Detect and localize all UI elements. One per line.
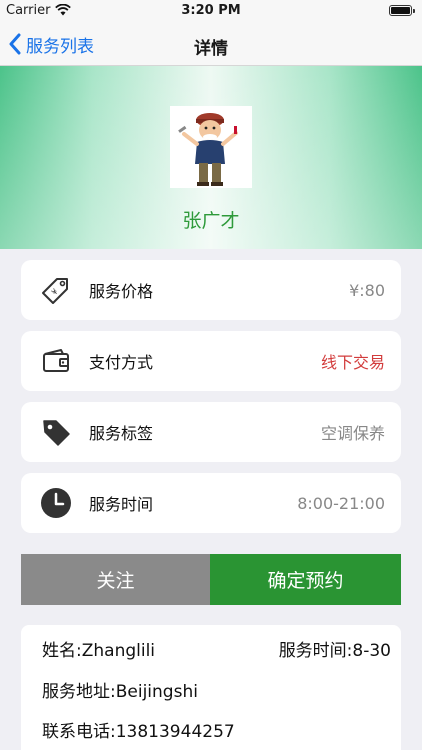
provider-name: 张广才 bbox=[182, 210, 240, 232]
service-tag-card[interactable]: 服务标签 空调保养 bbox=[21, 402, 401, 462]
service-time-label: 服务时间 bbox=[89, 495, 154, 514]
page-title: 详情 bbox=[194, 39, 228, 59]
status-bar: Carrier 3:20 PM bbox=[0, 0, 422, 22]
payment-method-card[interactable]: 支付方式 线下交易 bbox=[21, 331, 401, 391]
repairman-avatar-icon bbox=[178, 113, 238, 186]
service-tag-value: 空调保养 bbox=[320, 424, 385, 443]
provider-avatar bbox=[170, 106, 252, 188]
contact-address: 服务地址:Beijingshi bbox=[42, 682, 198, 702]
price-tag-icon: ¥ bbox=[39, 273, 73, 307]
service-price-label: 服务价格 bbox=[89, 282, 154, 301]
service-price-card[interactable]: ¥ 服务价格 ¥:80 bbox=[21, 260, 401, 320]
contact-phone: 联系电话:13813944257 bbox=[42, 722, 235, 742]
contact-service-time: 服务时间:8-30 bbox=[278, 641, 391, 661]
contact-name: 姓名:Zhanglili bbox=[42, 641, 156, 661]
wallet-icon bbox=[39, 344, 73, 378]
battery-icon bbox=[389, 5, 415, 16]
clock-time: 3:20 PM bbox=[181, 3, 241, 18]
confirm-booking-button[interactable]: 确定预约 bbox=[210, 554, 401, 605]
payment-method-value: 线下交易 bbox=[320, 353, 385, 372]
contact-info-panel: 姓名:Zhanglili 服务时间:8-30 服务地址:Beijingshi 联… bbox=[21, 625, 401, 750]
svg-text:¥: ¥ bbox=[50, 287, 60, 297]
tag-icon bbox=[39, 415, 73, 449]
service-price-value: ¥:80 bbox=[349, 280, 385, 300]
follow-button[interactable]: 关注 bbox=[21, 554, 210, 605]
service-time-card[interactable]: 服务时间 8:00-21:00 bbox=[21, 473, 401, 533]
clock-icon bbox=[39, 486, 73, 520]
service-tag-label: 服务标签 bbox=[89, 424, 154, 443]
action-bar: 关注 确定预约 bbox=[21, 554, 401, 605]
service-time-value: 8:00-21:00 bbox=[297, 493, 385, 513]
navigation-bar: 服务列表 详情 bbox=[0, 22, 422, 66]
payment-method-label: 支付方式 bbox=[89, 353, 154, 372]
